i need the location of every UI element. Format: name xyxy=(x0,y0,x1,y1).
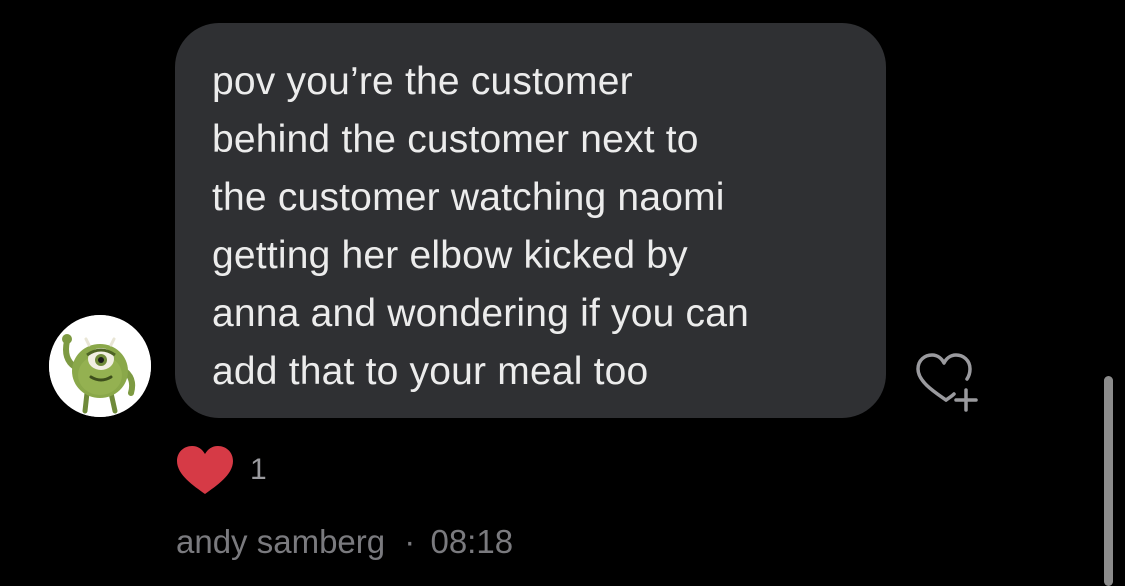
reaction-count: 1 xyxy=(250,453,267,486)
reaction-badge[interactable]: 1 xyxy=(174,444,267,496)
meta-separator: · xyxy=(404,523,416,560)
message-line: anna and wondering if you can xyxy=(212,292,750,335)
scrollbar[interactable] xyxy=(1104,376,1113,586)
heart-icon xyxy=(174,444,236,496)
message-meta: andy samberg · 08:18 xyxy=(176,520,513,564)
message-bubble[interactable]: pov you’re the customer behind the custo… xyxy=(175,23,886,418)
message-line: getting her elbow kicked by xyxy=(212,234,688,277)
message-line: the customer watching naomi xyxy=(212,176,725,219)
message-text: pov you’re the customer behind the custo… xyxy=(212,53,856,401)
message-line: add that to your meal too xyxy=(212,350,649,393)
message-time: 08:18 xyxy=(430,523,514,560)
heart-plus-icon xyxy=(916,353,978,412)
message-line: behind the customer next to xyxy=(212,118,699,161)
avatar-image xyxy=(49,315,151,417)
message-line: pov you’re the customer xyxy=(212,60,633,103)
add-reaction-button[interactable] xyxy=(910,350,980,412)
sender-name[interactable]: andy samberg xyxy=(176,523,385,560)
message-row: pov you’re the customer behind the custo… xyxy=(0,0,1125,586)
avatar[interactable] xyxy=(49,315,151,417)
